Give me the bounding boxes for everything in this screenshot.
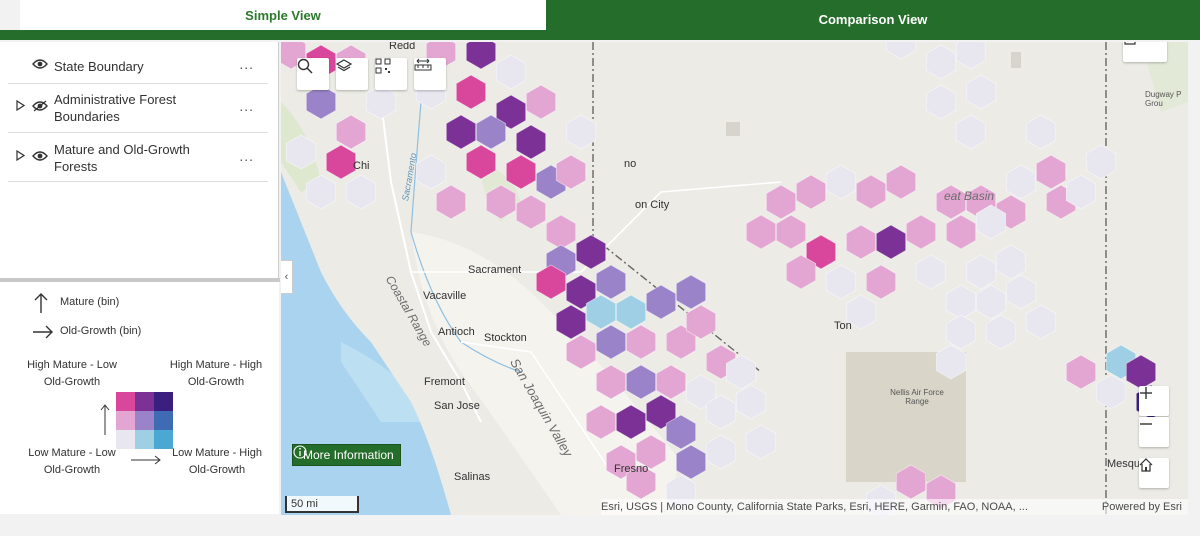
map-view[interactable]: Redd Chi no on City Sacrament Vacaville … [281,42,1188,515]
layers-button[interactable] [336,58,368,90]
legend-mature-bin: Mature (bin) [60,296,120,308]
open-external-button[interactable] [1123,42,1167,62]
map-label-reno: no [624,158,637,170]
map-label-carson-city: on City [635,199,670,211]
eye-icon[interactable] [32,100,48,115]
layer-label: Mature and Old-Growth Forests [54,142,190,174]
legend-matrix-arrow-up-icon [100,404,110,441]
map-label-antioch: Antioch [438,326,475,338]
tab-bar-spacer [0,0,20,30]
home-button[interactable] [1139,458,1169,488]
map-label-salinas: Salinas [454,471,491,483]
layer-label: Administrative Forest Boundaries [54,92,177,124]
map-label-fremont: Fremont [424,376,465,388]
map-label-vacaville: Vacaville [423,290,467,302]
map-label-chico: Chi [353,160,370,172]
chevron-left-icon: ‹ [284,271,289,283]
layer-options-button[interactable]: ... [239,56,254,72]
tab-active-underline [0,30,546,40]
zoom-in-button[interactable] [1139,386,1169,416]
collapse-panel-button[interactable]: ‹ [281,260,293,294]
legend-high-mature-high-og: High Mature - High Old-Growth [169,359,263,388]
tab-comparison-view[interactable]: Comparison View [546,0,1200,40]
caret-right-icon[interactable] [16,99,26,114]
map-label-great-basin: eat Basin [944,189,995,203]
caret-right-icon[interactable] [16,149,26,164]
legend-matrix-arrow-right-icon [130,452,162,470]
zoom-out-button[interactable] [1139,417,1169,447]
measure-button[interactable] [414,58,446,90]
legend-low-mature-low-og: Low Mature - Low Old-Growth [28,447,116,476]
scale-bar: 50 mi [285,496,359,513]
map-label-redding: Redd [389,42,416,52]
map-label-nellis: Nellis Air Force Range [890,388,944,406]
more-information-label: More Information [303,448,394,462]
search-button[interactable] [297,58,329,90]
arrow-up-icon [33,292,49,319]
page-bottom-bar [0,514,1200,536]
legend-high-mature-low-og: High Mature - Low Old-Growth [27,359,117,388]
view-tab-bar: Simple View Comparison View [0,0,1200,42]
layer-item-mature-old-growth[interactable]: Mature and Old-Growth Forests ... [8,133,268,182]
layer-label: State Boundary [54,59,144,74]
qr-button[interactable] [375,58,407,90]
layer-options-button[interactable]: ... [239,98,254,114]
layer-item-state-boundary[interactable]: State Boundary ... [8,46,268,84]
more-information-button[interactable]: More Information [292,444,401,466]
powered-by-esri[interactable]: Powered by Esri [1102,499,1182,515]
layer-list-panel: State Boundary ... Administrative Forest… [0,42,279,278]
map-label-sacramento: Sacrament [468,264,522,276]
eye-icon[interactable] [32,58,48,73]
bivariate-legend-matrix [116,392,173,449]
map-label-san-jose: San Jose [434,400,480,412]
map-label-stockton: Stockton [484,332,527,344]
legend-swatch [116,411,135,430]
legend-swatch [154,411,173,430]
legend-old-growth-bin: Old-Growth (bin) [60,325,142,337]
legend-swatch [135,411,154,430]
arrow-right-icon [32,325,54,344]
tab-simple-view[interactable]: Simple View [20,0,546,30]
basemap [281,42,1188,515]
map-label-mesquite: Mesqu [1107,458,1141,470]
eye-icon[interactable] [32,150,48,165]
map-label-tonopah: Ton [834,320,852,332]
map-attribution[interactable]: Esri, USGS | Mono County, California Sta… [601,499,1188,515]
map-label-fresno: Fresno [614,463,649,475]
layer-options-button[interactable]: ... [239,148,254,164]
legend-swatch [116,392,135,411]
attribution-text: Esri, USGS | Mono County, California Sta… [601,501,1028,513]
legend-swatch [154,392,173,411]
legend-low-mature-high-og: Low Mature - High Old-Growth [172,447,262,476]
layer-item-admin-forest-boundaries[interactable]: Administrative Forest Boundaries ... [8,84,268,133]
map-label-dugway: Dugway P Grou [1145,90,1182,108]
legend-swatch [135,430,154,449]
legend-panel: Mature (bin) Old-Growth (bin) High Matur… [0,282,279,514]
legend-swatch [135,392,154,411]
